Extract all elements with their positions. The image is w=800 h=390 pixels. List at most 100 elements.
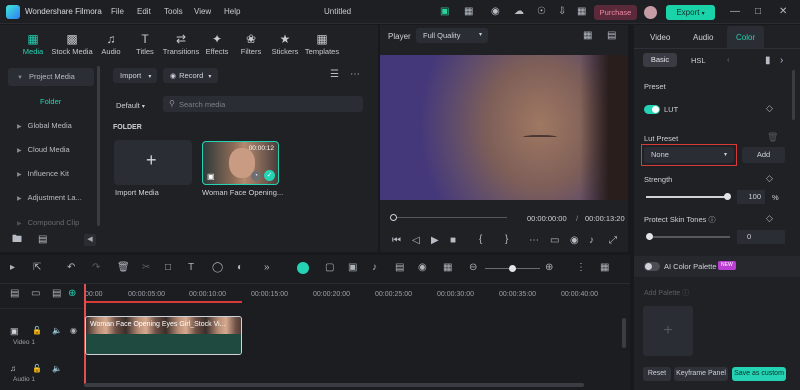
reset-button[interactable]: Reset: [643, 367, 671, 381]
tab-transitions[interactable]: ⇄ Transitions: [161, 32, 201, 56]
apps-icon[interactable]: ▦: [577, 7, 586, 17]
mute-track-icon[interactable]: 🔈: [52, 364, 62, 373]
zoom-in-icon[interactable]: ⊕: [545, 262, 553, 273]
subtab-basic[interactable]: Basic: [643, 53, 677, 67]
strength-slider-handle[interactable]: [724, 193, 731, 200]
crop-icon[interactable]: □: [165, 262, 171, 273]
timeline-vscroll[interactable]: [622, 318, 626, 348]
tab-stickers[interactable]: ★ Stickers: [270, 32, 300, 56]
add-palette-button[interactable]: +: [643, 306, 693, 356]
search-box[interactable]: ⚲ Search media: [163, 96, 363, 112]
zoom-slider-handle[interactable]: [509, 265, 516, 272]
tab-media[interactable]: ▦ Media: [20, 32, 46, 56]
video-clip[interactable]: Woman Face Opening Eyes Girl_Stock Vi...: [85, 316, 242, 355]
lut-toggle[interactable]: [644, 105, 660, 114]
mic-icon[interactable]: ♪: [372, 262, 377, 273]
search-input[interactable]: Search media: [179, 100, 225, 109]
tab-audio-props[interactable]: Audio: [693, 33, 713, 42]
mark-in-icon[interactable]: {: [479, 235, 482, 245]
gift-icon[interactable]: ▣: [440, 7, 449, 17]
timeline-grid-icon[interactable]: ⋮: [576, 262, 586, 273]
more-options-icon[interactable]: ⋯: [529, 236, 539, 246]
clip-thumbnail[interactable]: 00:00:12 ▣ ◔ ✓: [202, 141, 279, 185]
text-icon[interactable]: T: [188, 262, 194, 273]
lock-icon[interactable]: 🔓: [32, 364, 42, 373]
record-dropdown[interactable]: ◉ Record ▾: [163, 68, 218, 83]
voiceover-icon[interactable]: ▤: [395, 262, 404, 273]
split-icon[interactable]: ✂: [142, 262, 150, 273]
cloud-icon[interactable]: ☁: [514, 7, 524, 17]
add-lut-button[interactable]: Add: [742, 147, 785, 163]
timeline-settings-icon[interactable]: ▦: [600, 262, 609, 273]
speed-icon[interactable]: ◯: [212, 262, 223, 273]
ai-icon[interactable]: ◉: [418, 262, 427, 273]
menu-tools[interactable]: Tools: [164, 7, 183, 16]
eye-icon[interactable]: ◉: [70, 326, 77, 335]
play-icon[interactable]: ▶: [431, 236, 439, 246]
fullscreen-icon[interactable]: ⤢: [609, 236, 617, 246]
maximize-icon[interactable]: □: [755, 7, 761, 17]
lock-icon[interactable]: 🔓: [32, 326, 42, 335]
sidebar-item-adjustment-layer[interactable]: ▶ Adjustment La...: [8, 189, 94, 207]
protect-skin-value-input[interactable]: 0: [737, 230, 785, 244]
sidebar-item-project-media[interactable]: ▼ Project Media: [8, 68, 94, 86]
playhead-handle[interactable]: [390, 214, 397, 221]
strength-slider-track[interactable]: [646, 196, 727, 198]
new-folder-icon[interactable]: 🖿: [12, 235, 22, 245]
add-folder-icon[interactable]: ▤: [38, 235, 47, 245]
snap-toggle-icon[interactable]: [297, 262, 309, 274]
sidebar-item-influence-kit[interactable]: ▶ Influence Kit: [8, 165, 94, 183]
layout-icon[interactable]: ▦: [464, 7, 473, 17]
snapshot-icon[interactable]: ◉: [570, 236, 579, 246]
more-tools-icon[interactable]: »: [264, 262, 270, 273]
avatar[interactable]: [644, 6, 657, 19]
image-icon[interactable]: ▤: [607, 31, 616, 41]
ai-palette-toggle[interactable]: [644, 262, 660, 271]
shield-icon[interactable]: ▢: [325, 262, 334, 273]
audio-icon[interactable]: ♪: [589, 236, 594, 246]
quality-dropdown[interactable]: Full Quality ▾: [416, 28, 488, 43]
sidebar-item-cloud-media[interactable]: ▶ Cloud Media: [8, 141, 94, 159]
import-dropdown[interactable]: Import ▾: [113, 68, 157, 83]
tab-audio[interactable]: ♫ Audio: [98, 32, 124, 56]
stop-icon[interactable]: ■: [450, 236, 456, 246]
redo-icon[interactable]: ↷: [92, 262, 100, 273]
tab-color[interactable]: Color: [727, 26, 764, 48]
support-icon[interactable]: ☉: [537, 7, 546, 17]
protect-skin-slider-track[interactable]: [650, 236, 730, 238]
marker-icon[interactable]: ▣: [348, 262, 357, 273]
split-view-icon[interactable]: ▮: [765, 56, 771, 66]
tab-templates[interactable]: ▦ Templates: [304, 32, 340, 56]
protect-skin-slider-handle[interactable]: [646, 233, 653, 240]
select-tool-icon[interactable]: ▸: [10, 262, 15, 273]
replace-icon[interactable]: ◔: [251, 171, 261, 181]
info-icon[interactable]: ⓘ: [709, 217, 716, 224]
tab-filters[interactable]: ❀ Filters: [238, 32, 264, 56]
sort-dropdown[interactable]: Default ▾: [116, 101, 145, 110]
sidebar-item-compound-clip[interactable]: ▶ Compound Clip: [8, 214, 94, 232]
sidebar-item-global-media[interactable]: ▶ Global Media: [8, 117, 94, 135]
sidebar-item-folder[interactable]: Folder: [8, 93, 94, 111]
import-media-card[interactable]: +: [114, 140, 192, 185]
strength-value-input[interactable]: 100: [737, 190, 765, 204]
link-icon[interactable]: ▭: [31, 288, 40, 299]
grid-icon[interactable]: ▦: [583, 31, 592, 41]
add-track-icon[interactable]: ▤: [10, 288, 19, 299]
close-icon[interactable]: ✕: [779, 7, 787, 17]
download-icon[interactable]: ⇩: [558, 7, 566, 17]
magnet-icon[interactable]: ⊕: [68, 288, 76, 299]
mute-track-icon[interactable]: 🔈: [52, 326, 62, 335]
lut-preset-dropdown[interactable]: None ▾: [644, 147, 734, 163]
mark-out-icon[interactable]: }: [505, 235, 508, 245]
undo-icon[interactable]: ↶: [67, 262, 75, 273]
purchase-button[interactable]: Purchase: [594, 5, 637, 20]
keyframe-panel-button[interactable]: Keyframe Panel: [674, 367, 728, 381]
zoom-out-icon[interactable]: ⊖: [469, 262, 477, 273]
keyframe-diamond-icon[interactable]: ◇: [766, 213, 773, 224]
collapse-sidebar-button[interactable]: ◀: [84, 234, 96, 246]
more-icon[interactable]: ⋯: [350, 70, 360, 80]
playback-track[interactable]: [392, 217, 507, 218]
tab-video[interactable]: Video: [650, 33, 670, 42]
marker-track-icon[interactable]: ▤: [52, 288, 61, 299]
keyframe-diamond-icon[interactable]: ◇: [766, 173, 773, 184]
